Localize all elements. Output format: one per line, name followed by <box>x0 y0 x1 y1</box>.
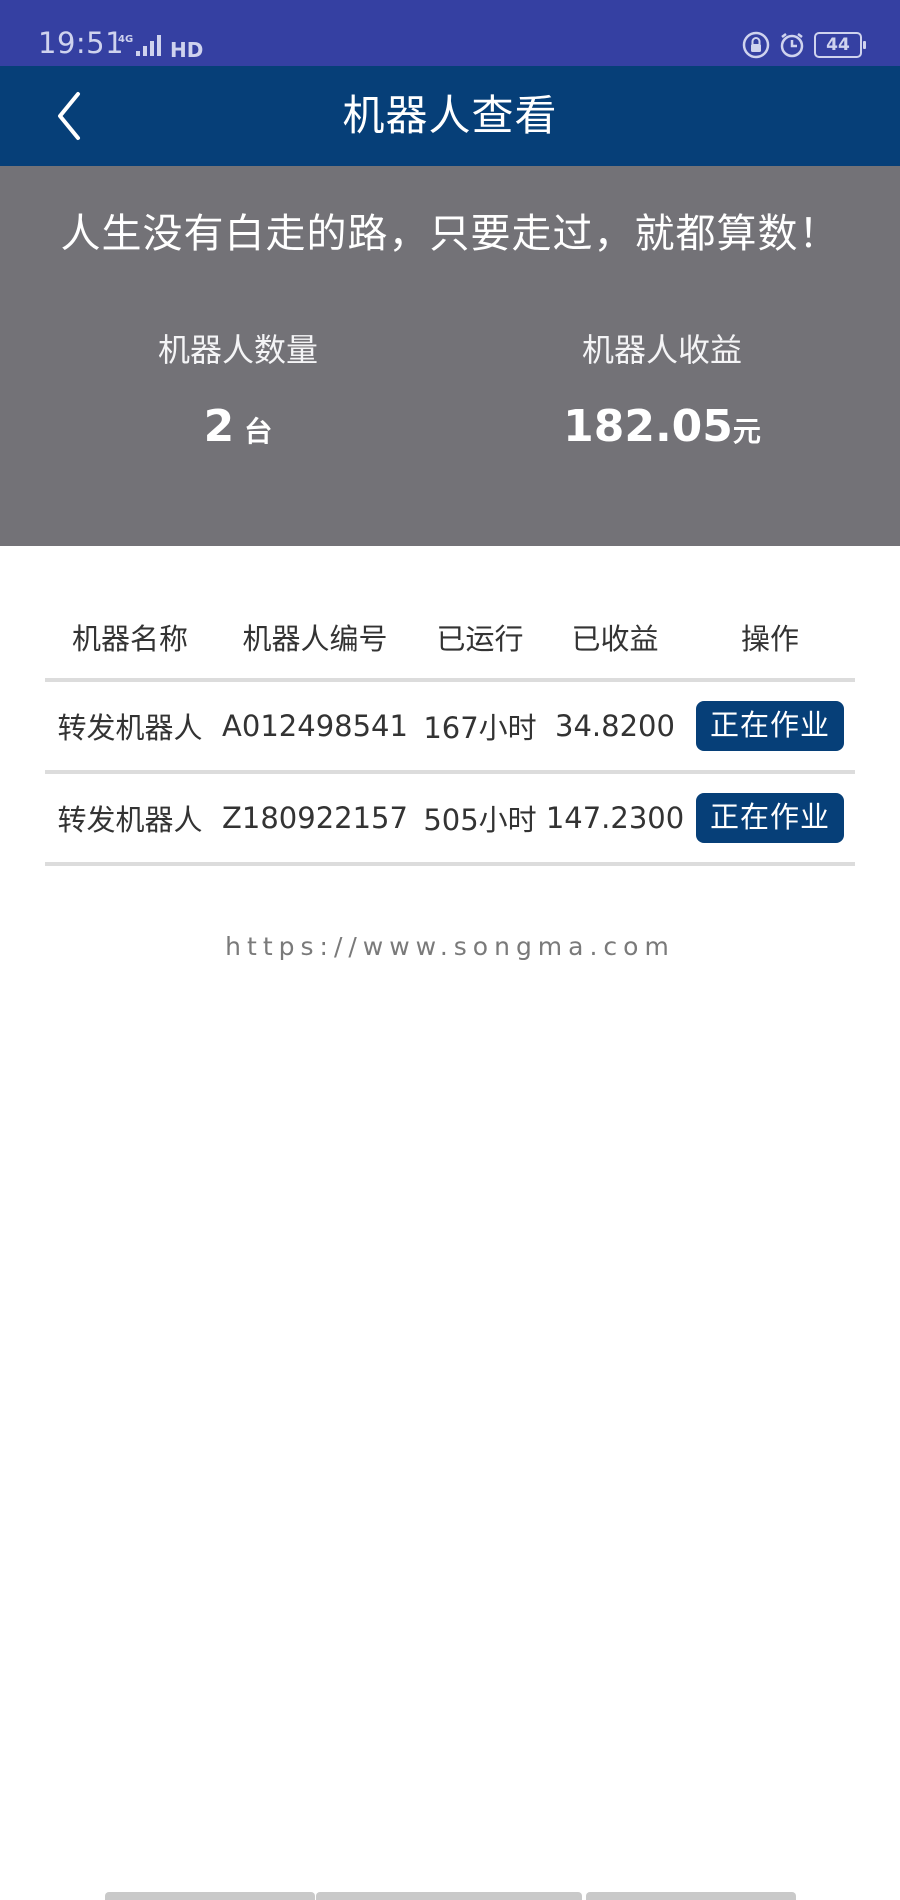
robot-income-stat: 机器人收益 182.05元 <box>452 330 872 457</box>
robot-count-value-row: 2台 <box>28 402 448 457</box>
status-time: 19:51 <box>38 26 125 60</box>
robot-runtime: 167小时 <box>423 711 537 745</box>
summary-panel: 人生没有白走的路，只要走过，就都算数！ 机器人数量 2台 机器人收益 182.0… <box>0 166 900 546</box>
alarm-icon <box>780 33 804 58</box>
table-row: 转发机器人 A012498541 167小时 34.8200 正在作业 <box>45 682 855 774</box>
header-machine-name: 机器名称 <box>71 622 188 656</box>
robot-table: 机器名称 机器人编号 已运行 已收益 操作 转发机器人 A012498541 1… <box>45 596 855 866</box>
motto-text: 人生没有白走的路，只要走过，就都算数！ <box>60 211 840 257</box>
robot-action-cell: 正在作业 <box>685 793 855 843</box>
robot-count-label: 机器人数量 <box>157 331 318 369</box>
header-income: 已收益 <box>571 622 659 656</box>
working-status-button[interactable]: 正在作业 <box>695 793 844 843</box>
robot-income: 147.2300 <box>545 801 685 835</box>
battery-icon: 44 <box>814 32 866 58</box>
hd-label: HD <box>170 38 203 60</box>
table-header: 机器名称 机器人编号 已运行 已收益 操作 <box>45 596 855 682</box>
page-title: 机器人查看 <box>342 91 558 140</box>
lock-rotation-icon <box>742 31 770 59</box>
working-status-button[interactable]: 正在作业 <box>695 701 844 751</box>
nav-bar: 机器人查看 <box>0 66 900 166</box>
bottom-nav-segment <box>105 1892 315 1900</box>
robot-action-cell: 正在作业 <box>685 701 855 751</box>
robot-name: 转发机器人 <box>57 711 203 745</box>
robot-runtime: 505小时 <box>423 803 537 837</box>
bottom-nav-segment <box>316 1892 582 1900</box>
robot-income-label: 机器人收益 <box>581 331 742 369</box>
robot-count-value: 2 <box>203 401 235 452</box>
robot-code: A012498541 <box>222 709 408 743</box>
robot-code: Z180922157 <box>222 801 408 835</box>
header-runtime: 已运行 <box>436 622 524 656</box>
status-right-icons: 44 <box>742 30 866 60</box>
header-robot-code: 机器人编号 <box>242 622 388 656</box>
robot-income-value-row: 182.05元 <box>452 402 872 457</box>
robot-income-value: 182.05 <box>563 401 733 452</box>
signal-icon: 4G HD <box>118 34 203 60</box>
robot-count-unit: 台 <box>244 415 273 448</box>
robot-count-stat: 机器人数量 2台 <box>28 330 448 457</box>
table-row: 转发机器人 Z180922157 505小时 147.2300 正在作业 <box>45 774 855 866</box>
header-action: 操作 <box>685 616 855 658</box>
status-bar: 19:51 4G HD 44 <box>0 0 900 66</box>
footer-url: https://www.songma.com <box>225 932 675 961</box>
header-action-label: 操作 <box>740 622 799 656</box>
robot-name: 转发机器人 <box>57 803 203 837</box>
robot-income: 34.8200 <box>555 709 675 743</box>
network-label: 4G <box>118 34 133 45</box>
robot-income-unit: 元 <box>732 415 761 448</box>
bottom-nav-segment <box>586 1892 796 1900</box>
